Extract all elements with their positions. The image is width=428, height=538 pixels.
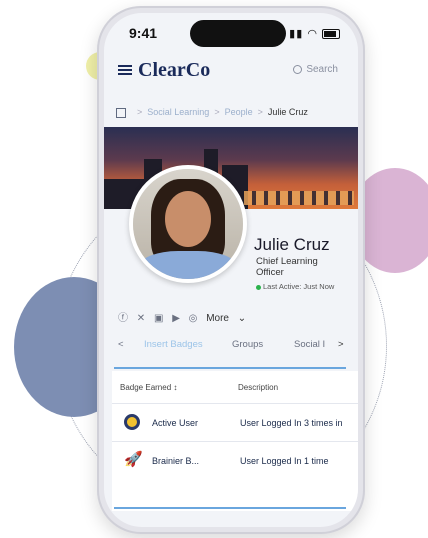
last-active-status: Last Active: Just Now	[256, 282, 334, 291]
bridge-lights	[244, 191, 354, 205]
facebook-icon[interactable]: ⓕ	[118, 313, 128, 324]
online-status-dot	[256, 284, 261, 290]
search-icon	[293, 64, 303, 74]
tab-insert-badges[interactable]: Insert Badges	[144, 339, 203, 350]
youtube-icon[interactable]: ▶	[172, 313, 180, 324]
tabs-next-arrow[interactable]: >	[338, 339, 344, 350]
tab-underline	[114, 367, 346, 369]
column-header-description: Description	[238, 383, 279, 392]
sort-icon: ↕	[173, 383, 178, 392]
breadcrumb-separator: >	[137, 107, 143, 117]
phone-frame: 9:41 ▮▮ ◠ ClearCo Search > Social Learnin…	[97, 6, 365, 534]
system-icons: ▮▮ ◠	[289, 27, 340, 40]
battery-icon	[322, 29, 340, 40]
breadcrumb-current: Julie Cruz	[267, 107, 308, 117]
column-header-badge[interactable]: Badge Earned ↕	[120, 383, 177, 392]
breadcrumb-people[interactable]: People	[225, 107, 253, 117]
rocket-badge-icon: 🚀	[124, 451, 143, 468]
wifi-icon: ◠	[307, 28, 318, 40]
avatar-face	[165, 191, 211, 247]
status-bar: 9:41 ▮▮ ◠	[104, 25, 358, 45]
hamburger-menu-icon[interactable]	[118, 65, 132, 75]
more-dropdown[interactable]: More ⌄	[206, 313, 252, 324]
breadcrumb-separator: >	[214, 107, 220, 117]
x-icon[interactable]: ✕	[137, 313, 145, 324]
profile-title: Chief Learning Officer	[256, 256, 318, 278]
grid-icon[interactable]	[116, 107, 126, 118]
badge-description: User Logged In 3 times in	[240, 418, 343, 428]
section-divider	[114, 507, 346, 509]
breadcrumb: > Social Learning > People > Julie Cruz	[116, 107, 308, 118]
clearco-logo[interactable]: ClearCo	[138, 59, 210, 82]
social-links: ⓕ ✕ ▣ ▶ ◎ More ⌄	[118, 309, 258, 324]
avatar	[129, 165, 247, 283]
app-header: ClearCo Search	[104, 53, 358, 89]
badges-table: Badge Earned ↕ Description Active User U…	[112, 371, 358, 511]
tab-social[interactable]: Social I	[294, 339, 325, 350]
column-header-badge-label: Badge Earned	[120, 383, 172, 392]
tabs-prev-arrow[interactable]: <	[118, 339, 124, 350]
table-row[interactable]: Active User User Logged In 3 times in	[112, 403, 358, 442]
clock-badge-icon	[124, 414, 140, 430]
breadcrumb-separator: >	[257, 107, 263, 117]
search-label: Search	[306, 64, 338, 75]
linkedin-icon[interactable]: ▣	[154, 313, 163, 324]
badge-description: User Logged In 1 time	[240, 456, 329, 466]
phone-screen: 9:41 ▮▮ ◠ ClearCo Search > Social Learnin…	[104, 13, 358, 527]
instagram-icon[interactable]: ◎	[189, 313, 198, 324]
breadcrumb-social-learning[interactable]: Social Learning	[147, 107, 209, 117]
table-row[interactable]: 🚀 Brainier B... User Logged In 1 time	[112, 441, 358, 480]
last-active-text: Last Active: Just Now	[263, 282, 335, 291]
avatar-shirt	[139, 251, 237, 279]
search-button[interactable]: Search	[293, 64, 338, 75]
signal-icon: ▮▮	[289, 28, 304, 40]
profile-name: Julie Cruz	[254, 235, 330, 254]
badge-name: Active User	[152, 418, 199, 428]
profile-tabs: < Insert Badges Groups Social I >	[104, 335, 358, 357]
badge-name: Brainier B...	[152, 456, 200, 466]
more-label: More	[206, 313, 229, 324]
tab-groups[interactable]: Groups	[232, 339, 263, 350]
chevron-down-icon: ⌄	[237, 313, 247, 324]
status-time: 9:41	[129, 25, 158, 41]
